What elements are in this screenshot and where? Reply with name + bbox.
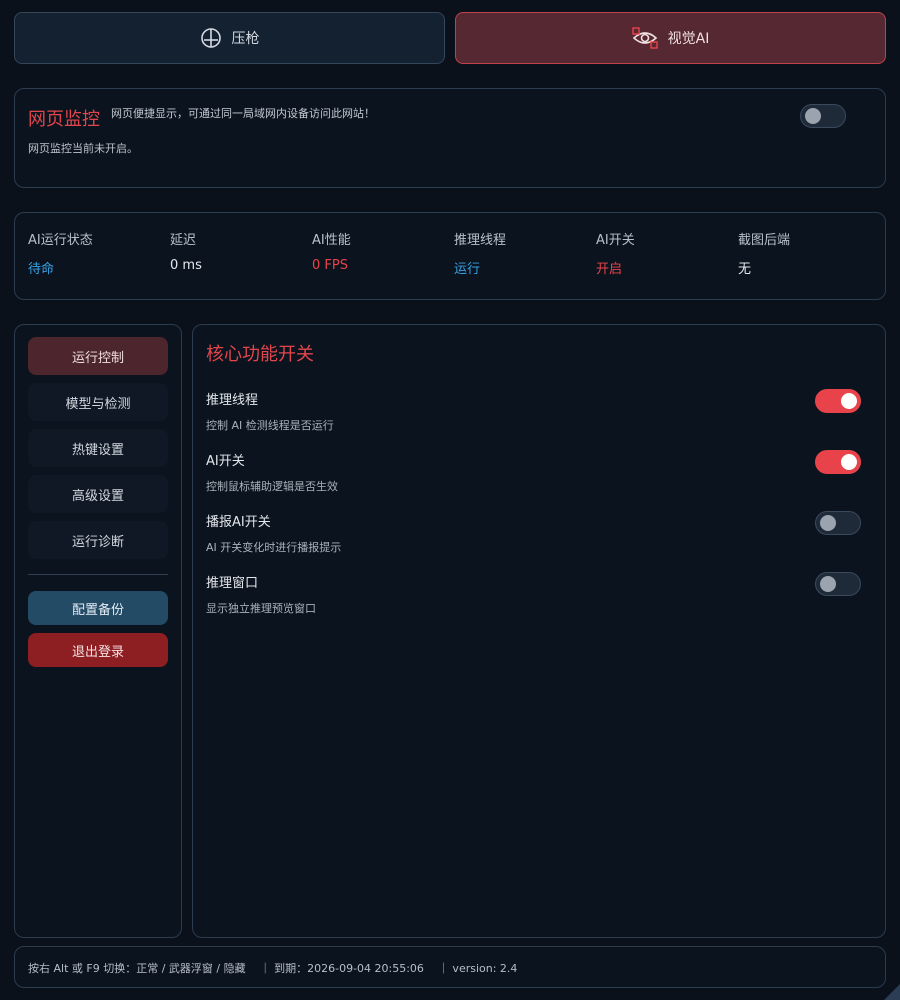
inference-thread-toggle[interactable] bbox=[815, 389, 861, 413]
stat-latency: 延迟 0 ms bbox=[170, 229, 202, 273]
web-monitor-status: 网页监控当前未开启。 bbox=[28, 142, 138, 155]
stat-ai-performance: AI性能 0 FPS bbox=[312, 229, 351, 273]
stat-value: 无 bbox=[738, 262, 752, 277]
stat-label: AI运行状态 bbox=[28, 233, 93, 248]
toggle-knob bbox=[820, 576, 836, 592]
toggle-knob bbox=[820, 515, 836, 531]
option-description: 控制 AI 检测线程是否运行 bbox=[206, 419, 334, 432]
sidebar-item-diagnostics[interactable]: 运行诊断 bbox=[28, 521, 168, 559]
stat-value: 待命 bbox=[28, 262, 55, 277]
stat-inference-thread: 推理线程 运行 bbox=[454, 229, 506, 277]
stat-value: 开启 bbox=[596, 262, 623, 277]
stat-value: 运行 bbox=[454, 262, 481, 277]
stat-capture-backend: 截图后端 无 bbox=[738, 229, 790, 277]
stat-label: AI开关 bbox=[596, 233, 635, 248]
toggle-knob bbox=[841, 454, 857, 470]
option-title: AI开关 bbox=[206, 454, 245, 469]
option-title: 播报AI开关 bbox=[206, 515, 271, 530]
option-description: 控制鼠标辅助逻辑是否生效 bbox=[206, 480, 338, 493]
toggle-knob bbox=[805, 108, 821, 124]
resize-handle[interactable] bbox=[884, 984, 900, 1000]
ai-switch-toggle[interactable] bbox=[815, 450, 861, 474]
footer-bar: 按右 Alt 或 F9 切换：正常 / 武器浮窗 / 隐藏 ｜ 到期：2026-0… bbox=[14, 946, 886, 988]
tab-recoil-label: 压枪 bbox=[231, 31, 260, 47]
footer-version: ｜ version: 2.4 bbox=[437, 962, 518, 975]
option-inference-thread: 推理线程 控制 AI 检测线程是否运行 bbox=[206, 389, 874, 437]
option-title: 推理线程 bbox=[206, 393, 259, 408]
ai-status-panel: AI运行状态 待命 延迟 0 ms AI性能 0 FPS 推理线程 运行 AI开… bbox=[14, 212, 886, 300]
stat-label: 延迟 bbox=[170, 233, 197, 248]
stat-label: AI性能 bbox=[312, 233, 351, 248]
option-inference-window: 推理窗口 显示独立推理预览窗口 bbox=[206, 572, 874, 620]
inference-window-toggle[interactable] bbox=[815, 572, 861, 596]
web-monitor-description: 网页便捷显示，可通过同一局域网内设备访问此网站！ bbox=[111, 107, 375, 120]
option-description: AI 开关变化时进行播报提示 bbox=[206, 541, 342, 554]
footer-hint: 按右 Alt 或 F9 切换：正常 / 武器浮窗 / 隐藏 bbox=[28, 962, 246, 975]
tab-vision-ai[interactable]: 视觉AI bbox=[455, 12, 886, 64]
sidebar-item-run-control[interactable]: 运行控制 bbox=[28, 337, 168, 375]
stat-value: 0 ms bbox=[170, 258, 202, 273]
logout-button[interactable]: 退出登录 bbox=[28, 633, 168, 667]
crosshair-icon bbox=[200, 27, 222, 49]
web-monitor-title: 网页监控 bbox=[28, 109, 100, 130]
option-announce-ai-switch: 播报AI开关 AI 开关变化时进行播报提示 bbox=[206, 511, 874, 559]
sidebar-item-model-detection[interactable]: 模型与检测 bbox=[28, 383, 168, 421]
sidebar-divider bbox=[28, 574, 168, 575]
stat-label: 截图后端 bbox=[738, 233, 791, 248]
stat-value: 0 FPS bbox=[312, 258, 348, 273]
footer-text: 按右 Alt 或 F9 切换：正常 / 武器浮窗 / 隐藏 ｜ 到期：2026-0… bbox=[28, 960, 531, 976]
toggle-knob bbox=[841, 393, 857, 409]
config-backup-button[interactable]: 配置备份 bbox=[28, 591, 168, 625]
core-switches-panel: 核心功能开关 推理线程 控制 AI 检测线程是否运行 AI开关 控制鼠标辅助逻辑… bbox=[192, 324, 886, 938]
eye-target-icon bbox=[631, 27, 658, 49]
announce-ai-toggle[interactable] bbox=[815, 511, 861, 535]
web-monitor-toggle[interactable] bbox=[800, 104, 846, 128]
stat-ai-switch: AI开关 开启 bbox=[596, 229, 635, 277]
option-ai-switch: AI开关 控制鼠标辅助逻辑是否生效 bbox=[206, 450, 874, 498]
footer-expiry: ｜ 到期：2026-09-04 20:55:06 bbox=[259, 962, 424, 975]
stat-label: 推理线程 bbox=[454, 233, 507, 248]
tab-vision-ai-label: 视觉AI bbox=[667, 31, 710, 47]
web-monitor-panel: 网页监控 网页便捷显示，可通过同一局域网内设备访问此网站！ 网页监控当前未开启。 bbox=[14, 88, 886, 188]
option-description: 显示独立推理预览窗口 bbox=[206, 602, 316, 615]
tab-recoil[interactable]: 压枪 bbox=[14, 12, 445, 64]
stat-ai-run-state: AI运行状态 待命 bbox=[28, 229, 93, 277]
sidebar: 运行控制 模型与检测 热键设置 高级设置 运行诊断 配置备份 退出登录 bbox=[14, 324, 182, 938]
option-title: 推理窗口 bbox=[206, 576, 259, 591]
page-title: 核心功能开关 bbox=[206, 344, 314, 365]
sidebar-item-advanced[interactable]: 高级设置 bbox=[28, 475, 168, 513]
sidebar-item-hotkeys[interactable]: 热键设置 bbox=[28, 429, 168, 467]
